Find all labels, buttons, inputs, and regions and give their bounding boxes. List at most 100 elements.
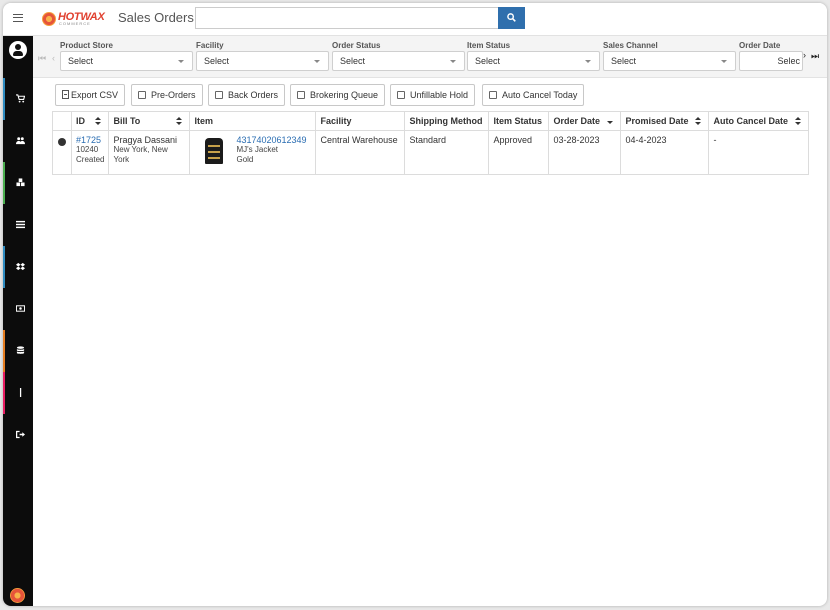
sidebar-item-lists[interactable] (3, 204, 33, 246)
brokering-queue-toggle[interactable]: Brokering Queue (290, 84, 386, 106)
sort-icon[interactable] (176, 117, 183, 126)
chevron-down-icon (721, 60, 727, 63)
search-button[interactable] (498, 7, 525, 29)
logo-subtext: COMMERCE (59, 21, 91, 26)
select-value: Select (611, 56, 637, 66)
jacket-stripe (208, 145, 221, 147)
column-header-order-date[interactable]: Order Date (548, 111, 622, 131)
sidebar-item-reports[interactable] (3, 372, 33, 414)
column-header-bill-to[interactable]: Bill To (108, 111, 191, 131)
sidebar-item-dropbox[interactable] (3, 246, 33, 288)
hotwax-flower-icon (42, 12, 56, 26)
last-page-icon[interactable]: ⏭ (811, 51, 819, 62)
sort-icon[interactable] (795, 117, 802, 126)
hamburger-menu-icon[interactable] (13, 14, 23, 22)
item-status-select[interactable]: Select (467, 51, 600, 71)
sort-icon[interactable] (95, 117, 102, 126)
sort-desc-icon[interactable] (607, 117, 614, 126)
column-header-auto-cancel-date[interactable]: Auto Cancel Date (708, 111, 810, 131)
chevron-down-icon (178, 60, 184, 63)
checkbox-icon[interactable] (138, 91, 146, 99)
id-cell: #1725 10240 Created (70, 130, 110, 175)
order-id-link[interactable]: #1725 (76, 135, 104, 145)
column-label: Auto Cancel Date (713, 116, 788, 126)
order-date-cell: 03-28-2023 (548, 130, 622, 175)
chevron-down-icon (450, 60, 456, 63)
hotwax-logo[interactable]: HOTWAX COMMERCE (42, 11, 105, 27)
expand-cell[interactable] (52, 130, 72, 175)
column-header-item: Item (189, 111, 317, 131)
pre-orders-label: Pre-Orders (151, 90, 196, 100)
file-csv-icon (62, 90, 69, 99)
user-avatar-icon[interactable] (9, 41, 27, 59)
product-thumbnail (202, 137, 226, 165)
sidebar (3, 36, 33, 606)
order-date-select[interactable]: Selec (739, 51, 803, 71)
item-variant: Gold (236, 155, 254, 164)
sort-icon[interactable] (695, 117, 702, 126)
auto-cancel-today-toggle[interactable]: Auto Cancel Today (482, 84, 585, 106)
item-id-link[interactable]: 43174020612349 (236, 135, 306, 145)
first-page-icon[interactable]: ⏮ (38, 53, 46, 64)
item-details: 43174020612349 MJ's Jacket Gold (236, 135, 306, 165)
sidebar-item-products[interactable] (3, 162, 33, 204)
page-title: Sales Orders (118, 10, 194, 25)
cart-icon (16, 94, 25, 103)
export-csv-button[interactable]: Export CSV (55, 84, 126, 106)
sidebar-item-logout[interactable] (3, 414, 33, 456)
search-input[interactable] (195, 7, 499, 29)
facility-select[interactable]: Select (196, 51, 329, 71)
sidebar-item-payments[interactable] (3, 288, 33, 330)
sidebar-item-orders[interactable] (3, 78, 33, 120)
select-value: Select (475, 56, 501, 66)
prev-page-icon[interactable]: ‹ (52, 53, 55, 63)
hotwax-sidebar-logo-icon[interactable] (10, 588, 25, 603)
back-orders-label: Back Orders (228, 90, 279, 100)
column-label: ID (76, 116, 85, 126)
checkbox-icon[interactable] (215, 91, 223, 99)
order-status-select[interactable]: Select (332, 51, 465, 71)
bar-icon (19, 388, 22, 397)
select-value: Select (204, 56, 230, 66)
table-row: #1725 10240 Created Pragya Dassani New Y… (52, 130, 810, 175)
back-orders-toggle[interactable]: Back Orders (208, 84, 286, 106)
dropbox-icon (16, 262, 25, 271)
filter-label: Sales Channel (603, 41, 658, 50)
filter-bar: ⏮ ‹ Product Store Select Facility Select… (33, 36, 827, 78)
orders-table: ID Bill To Item Facility Shipping Method… (52, 111, 810, 175)
checkbox-icon[interactable] (297, 91, 305, 99)
item-cell: 43174020612349 MJ's Jacket Gold (189, 130, 317, 175)
facility-cell: Central Warehouse (315, 130, 406, 175)
export-csv-label: Export CSV (71, 90, 119, 100)
item-name: MJ's Jacket (236, 145, 279, 154)
unfillable-hold-toggle[interactable]: Unfillable Hold (390, 84, 476, 106)
sidebar-item-customers[interactable] (3, 120, 33, 162)
filter-order-date: Order Date Selec (739, 41, 803, 71)
filter-label: Facility (196, 41, 224, 50)
product-store-select[interactable]: Select (60, 51, 193, 71)
cubes-icon (16, 178, 25, 187)
jacket-stripe (208, 151, 221, 153)
bill-to-cell: Pragya Dassani New York, New York (108, 130, 191, 175)
sidebar-item-database[interactable] (3, 330, 33, 372)
globe-icon[interactable] (58, 138, 66, 146)
pre-orders-toggle[interactable]: Pre-Orders (131, 84, 203, 106)
column-header-promised-date[interactable]: Promised Date (620, 111, 710, 131)
filter-product-store: Product Store Select (60, 41, 193, 71)
next-page-icon[interactable]: › (803, 50, 806, 60)
column-label: Promised Date (625, 116, 689, 126)
column-label: Item (194, 116, 213, 126)
chevron-down-icon (585, 60, 591, 63)
checkbox-icon[interactable] (489, 91, 497, 99)
app-window: HOTWAX COMMERCE Sales Orders ⏮ ‹ Product… (3, 3, 827, 606)
checkbox-icon[interactable] (397, 91, 405, 99)
filter-item-status: Item Status Select (467, 41, 600, 71)
column-header-id[interactable]: ID (70, 111, 110, 131)
column-header-shipping-method: Shipping Method (404, 111, 490, 131)
filter-sales-channel: Sales Channel Select (603, 41, 736, 71)
bill-to-location: New York, New York (113, 145, 168, 164)
filter-order-status: Order Status Select (332, 41, 465, 71)
sales-channel-select[interactable]: Select (603, 51, 736, 71)
filter-label: Order Status (332, 41, 381, 50)
item-status-cell: Approved (488, 130, 550, 175)
